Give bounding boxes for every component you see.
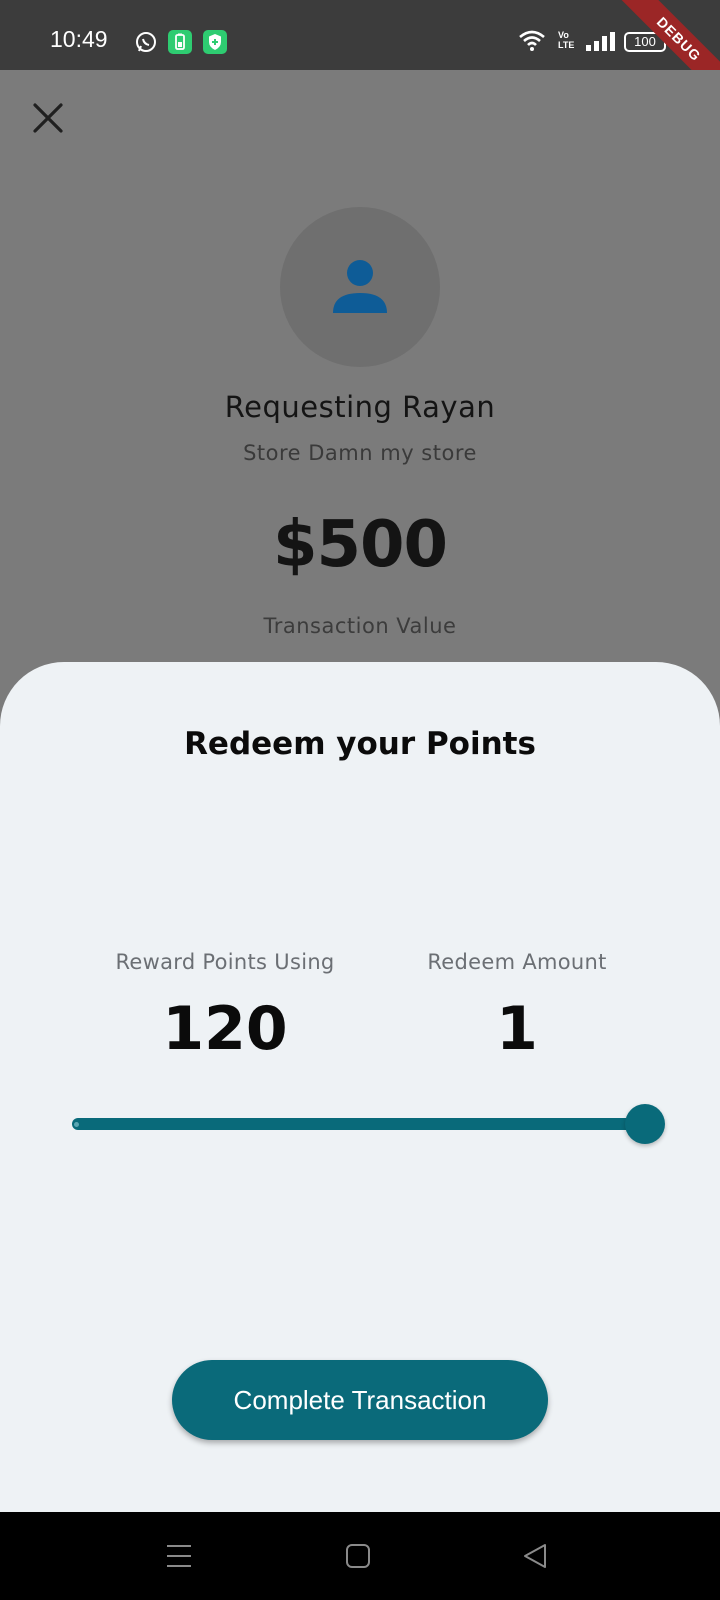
whatsapp-icon bbox=[136, 32, 156, 52]
battery-app-icon bbox=[168, 30, 192, 54]
reward-points-value: 120 bbox=[162, 994, 288, 1064]
close-icon[interactable] bbox=[30, 100, 66, 136]
transaction-amount: $500 bbox=[272, 508, 448, 582]
volte-line1: Vo bbox=[558, 30, 569, 40]
sheet-title: Redeem your Points bbox=[184, 726, 536, 762]
shield-app-icon bbox=[203, 30, 227, 54]
navigation-bar bbox=[0, 1512, 720, 1600]
volte-indicator: Vo LTE bbox=[558, 30, 574, 50]
requester-name: Requesting Rayan bbox=[224, 390, 496, 424]
reward-points-label: Reward Points Using bbox=[115, 950, 335, 974]
avatar bbox=[280, 207, 440, 367]
slider-start-dot bbox=[74, 1122, 79, 1127]
signal-icon bbox=[586, 32, 615, 51]
points-slider[interactable] bbox=[70, 1100, 666, 1148]
volte-line2: LTE bbox=[558, 40, 575, 50]
store-name: Store Damn my store bbox=[243, 441, 477, 465]
transaction-value-label: Transaction Value bbox=[263, 614, 457, 638]
redeem-amount-value: 1 bbox=[496, 994, 538, 1064]
redeem-points-sheet: Redeem your Points Reward Points Using 1… bbox=[0, 662, 720, 1512]
menu-icon[interactable] bbox=[163, 1540, 195, 1572]
person-icon bbox=[333, 260, 387, 313]
home-icon[interactable] bbox=[342, 1540, 374, 1572]
status-bar: 10:49 Vo LTE 100 DEBUG bbox=[0, 0, 720, 70]
slider-thumb[interactable] bbox=[625, 1104, 665, 1144]
status-time: 10:49 bbox=[50, 26, 108, 52]
wifi-icon bbox=[519, 30, 545, 51]
back-icon[interactable] bbox=[519, 1540, 551, 1572]
slider-track[interactable] bbox=[72, 1118, 642, 1130]
redeem-amount-label: Redeem Amount bbox=[427, 950, 607, 974]
complete-transaction-button[interactable]: Complete Transaction bbox=[172, 1360, 548, 1440]
